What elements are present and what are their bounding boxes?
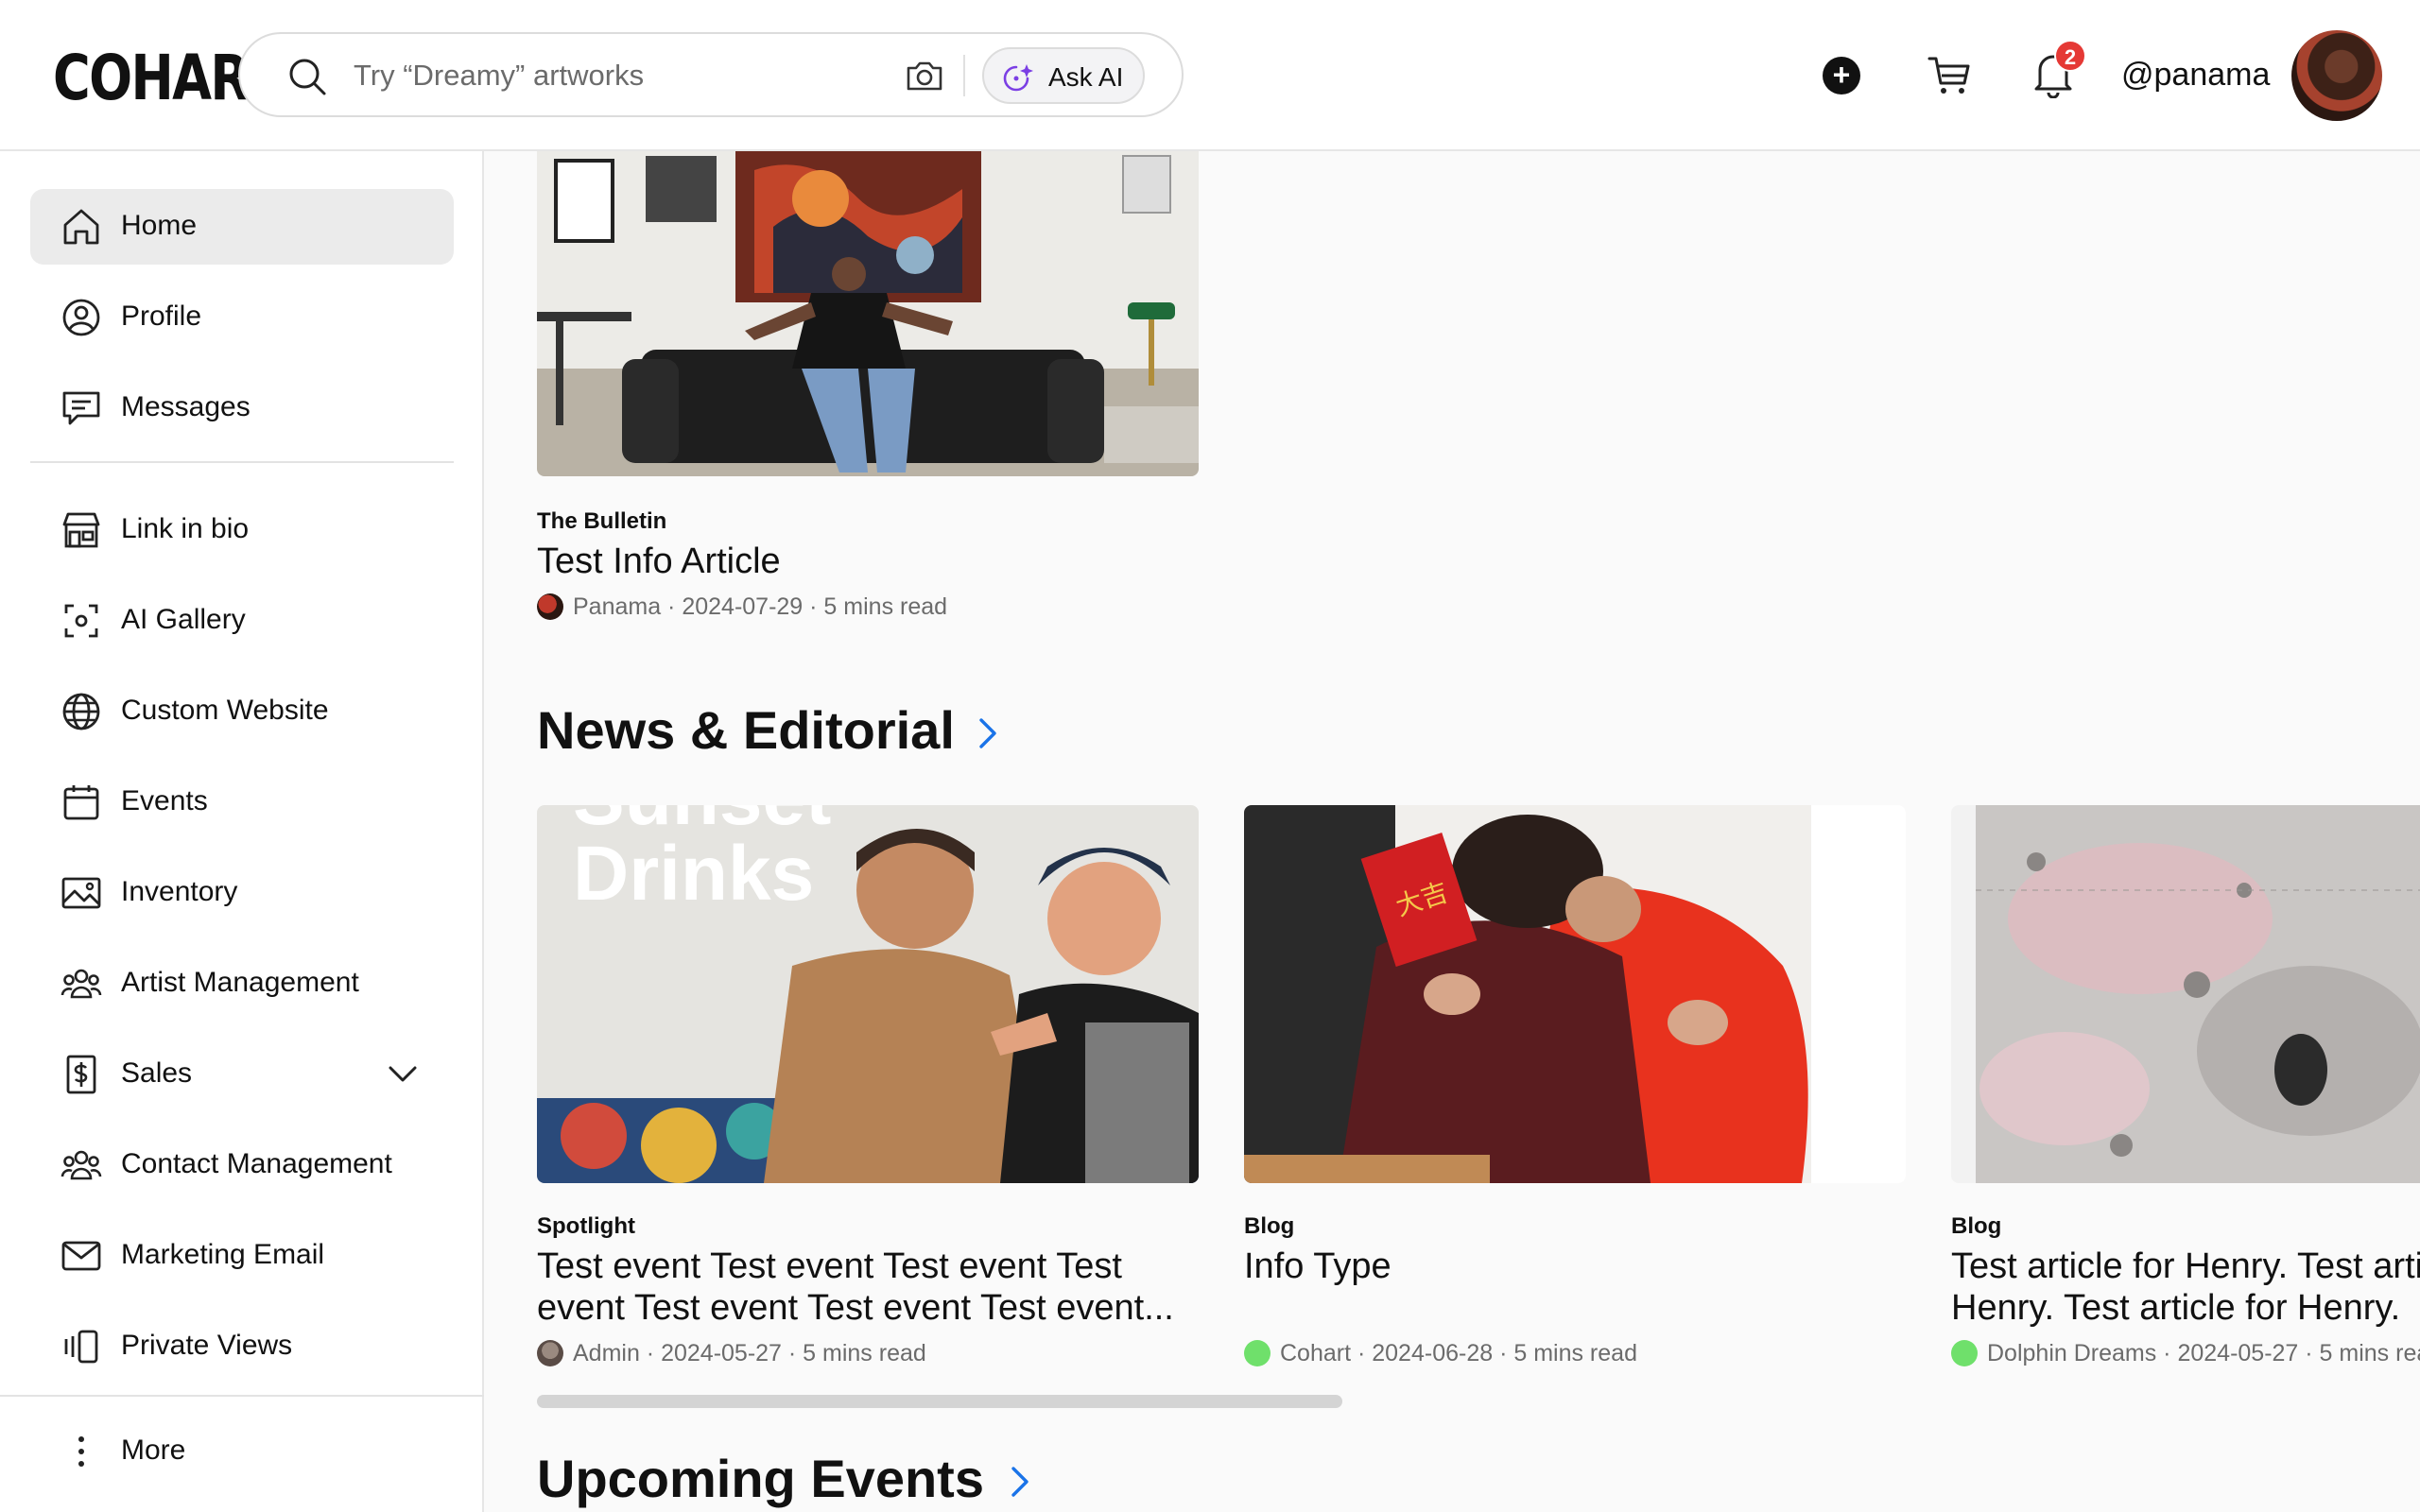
sidebar-item-label: Events bbox=[121, 785, 208, 816]
storefront-icon bbox=[62, 512, 100, 548]
article-category: The Bulletin bbox=[537, 508, 667, 534]
create-button[interactable]: + bbox=[1823, 57, 1860, 94]
group-icon bbox=[60, 1150, 102, 1180]
search-divider bbox=[963, 55, 965, 96]
sidebar-item-messages[interactable]: Messages bbox=[30, 370, 454, 446]
sidebar: Home Profile Messages Link in bio AI Gal… bbox=[0, 151, 484, 1512]
top-header: COHART Try “Dreamy” artworks Ask AI + 2 … bbox=[0, 0, 2420, 151]
sidebar-item-label: Inventory bbox=[121, 876, 238, 907]
article-meta-text: Cohart · 2024-06-28 · 5 mins read bbox=[1280, 1340, 1637, 1366]
author-avatar bbox=[537, 593, 563, 620]
article-title[interactable]: Test article for Henry. Test article for… bbox=[1951, 1246, 2420, 1329]
sidebar-item-label: Contact Management bbox=[121, 1148, 392, 1179]
sidebar-item-label: Artist Management bbox=[121, 967, 359, 998]
sidebar-item-label: More bbox=[121, 1435, 186, 1466]
group-icon bbox=[60, 969, 102, 999]
sidebar-item-artist-management[interactable]: Artist Management bbox=[30, 946, 454, 1022]
sidebar-divider bbox=[30, 461, 454, 463]
sidebar-item-label: Sales bbox=[121, 1057, 193, 1089]
search-icon bbox=[289, 59, 326, 95]
article-meta: Panama · 2024-07-29 · 5 mins read bbox=[537, 593, 947, 621]
sidebar-item-custom-website[interactable]: Custom Website bbox=[30, 674, 454, 749]
calendar-icon bbox=[63, 785, 99, 820]
globe-icon bbox=[62, 693, 100, 730]
sidebar-item-link-in-bio[interactable]: Link in bio bbox=[30, 492, 454, 568]
notification-badge: 2 bbox=[2054, 40, 2086, 72]
home-icon bbox=[63, 209, 99, 245]
image-text-drinks: Drinks bbox=[573, 831, 814, 917]
news-card-image[interactable]: Sunset Drinks bbox=[537, 805, 1199, 1183]
user-avatar[interactable] bbox=[2291, 30, 2382, 121]
chevron-right-icon[interactable] bbox=[972, 713, 1006, 754]
sidebar-item-profile[interactable]: Profile bbox=[30, 280, 454, 355]
article-meta: Dolphin Dreams · 2024-05-27 · 5 mins rea… bbox=[1951, 1340, 2420, 1367]
messages-icon bbox=[62, 391, 100, 425]
sidebar-item-marketing-email[interactable]: Marketing Email bbox=[30, 1218, 454, 1294]
scan-icon bbox=[64, 604, 98, 638]
ask-ai-button[interactable]: Ask AI bbox=[982, 47, 1145, 104]
article-title[interactable]: Info Type bbox=[1244, 1246, 1906, 1287]
article-meta: Cohart · 2024-06-28 · 5 mins read bbox=[1244, 1340, 1637, 1367]
article-title[interactable]: Test Info Article bbox=[537, 541, 1199, 582]
dollar-doc-icon bbox=[66, 1055, 96, 1094]
sidebar-item-label: AI Gallery bbox=[121, 604, 246, 635]
chevron-down-icon[interactable] bbox=[386, 1057, 420, 1091]
article-meta-text: Admin · 2024-05-27 · 5 mins read bbox=[573, 1340, 926, 1366]
sidebar-item-label: Private Views bbox=[121, 1330, 293, 1361]
author-avatar bbox=[537, 1340, 563, 1366]
article-category: Spotlight bbox=[537, 1213, 635, 1239]
events-section-title[interactable]: Upcoming Events bbox=[537, 1448, 984, 1509]
camera-icon[interactable] bbox=[904, 55, 945, 96]
sidebar-item-inventory[interactable]: Inventory bbox=[30, 855, 454, 931]
sidebar-item-private-views[interactable]: Private Views bbox=[30, 1309, 454, 1384]
article-category: Blog bbox=[1244, 1213, 1295, 1239]
cart-icon[interactable] bbox=[1927, 53, 1972, 98]
mail-icon bbox=[61, 1241, 101, 1271]
profile-icon bbox=[62, 299, 100, 336]
more-vertical-icon bbox=[78, 1436, 84, 1467]
search-bar[interactable]: Try “Dreamy” artworks Ask AI bbox=[238, 32, 1184, 117]
article-category: Blog bbox=[1951, 1213, 2002, 1239]
author-avatar bbox=[1244, 1340, 1270, 1366]
sidebar-item-label: Home bbox=[121, 210, 198, 241]
private-views-icon bbox=[64, 1330, 98, 1364]
horizontal-scrollbar[interactable] bbox=[537, 1395, 1342, 1408]
news-card-image[interactable]: 大吉 bbox=[1244, 805, 1906, 1183]
featured-article-image[interactable] bbox=[537, 151, 1199, 476]
image-icon bbox=[61, 877, 101, 909]
sidebar-item-ai-gallery[interactable]: AI Gallery bbox=[30, 583, 454, 659]
ai-sparkle-icon bbox=[1003, 64, 1033, 92]
sidebar-item-label: Link in bio bbox=[121, 513, 250, 544]
news-card-image[interactable] bbox=[1951, 805, 2420, 1183]
news-section-title[interactable]: News & Editorial bbox=[537, 699, 955, 761]
username[interactable]: @panama bbox=[2121, 57, 2270, 94]
article-title[interactable]: Test event Test event Test event Test ev… bbox=[537, 1246, 1199, 1329]
sidebar-item-label: Profile bbox=[121, 301, 202, 332]
sidebar-item-events[interactable]: Events bbox=[30, 765, 454, 840]
sidebar-item-home[interactable]: Home bbox=[30, 189, 454, 265]
sidebar-item-label: Messages bbox=[121, 391, 251, 422]
chevron-right-icon[interactable] bbox=[1004, 1461, 1038, 1503]
sidebar-item-sales[interactable]: Sales bbox=[30, 1037, 454, 1112]
main-content: The Bulletin Test Info Article Panama · … bbox=[486, 151, 2420, 1512]
sidebar-divider bbox=[0, 1395, 484, 1397]
sidebar-item-label: Custom Website bbox=[121, 695, 329, 726]
article-meta-text: Dolphin Dreams · 2024-05-27 · 5 mins rea… bbox=[1987, 1340, 2420, 1366]
sidebar-item-contact-management[interactable]: Contact Management bbox=[30, 1127, 454, 1203]
sidebar-item-label: Marketing Email bbox=[121, 1239, 325, 1270]
author-avatar bbox=[1951, 1340, 1978, 1366]
article-meta-text: Panama · 2024-07-29 · 5 mins read bbox=[573, 593, 948, 620]
article-meta: Admin · 2024-05-27 · 5 mins read bbox=[537, 1340, 926, 1367]
ask-ai-label: Ask AI bbox=[1048, 62, 1124, 92]
search-input[interactable]: Try “Dreamy” artworks bbox=[354, 59, 644, 93]
news-card-clip: Blog Test article for Henry. Test articl… bbox=[1951, 805, 2420, 1410]
sidebar-item-more[interactable]: More bbox=[30, 1414, 454, 1489]
